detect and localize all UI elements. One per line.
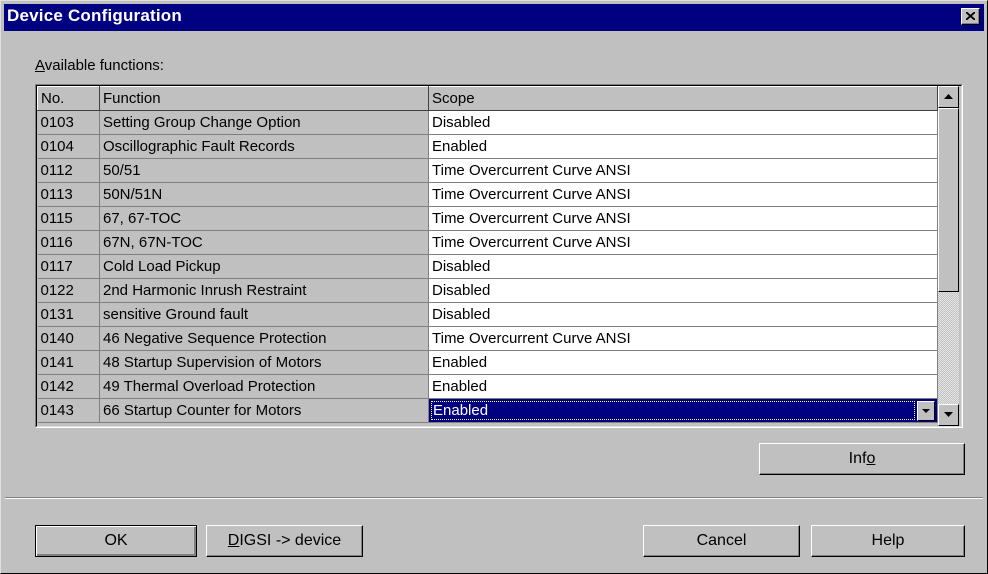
- cell-scope[interactable]: Disabled: [428, 254, 938, 279]
- scroll-down-button[interactable]: [938, 404, 959, 426]
- chevron-down-icon: [922, 409, 930, 413]
- cell-no[interactable]: 0140: [37, 326, 100, 351]
- table-row[interactable]: 0116 67N, 67N-TOC Time Overcurrent Curve A…: [37, 230, 938, 255]
- cell-function[interactable]: Oscillographic Fault Records: [99, 134, 429, 159]
- cell-no[interactable]: 0115: [37, 206, 100, 231]
- cell-function[interactable]: 50/51: [99, 158, 429, 183]
- table-row[interactable]: 0112 50/51 Time Overcurrent Curve ANSI: [37, 158, 938, 183]
- cell-scope[interactable]: Disabled: [428, 302, 938, 327]
- scope-dropdown-button[interactable]: [917, 401, 935, 421]
- help-button[interactable]: Help: [811, 525, 965, 557]
- cell-scope[interactable]: Enabled: [428, 374, 938, 399]
- cell-no[interactable]: 0103: [37, 110, 100, 135]
- cell-no[interactable]: 0112: [37, 158, 100, 183]
- cell-function[interactable]: sensitive Ground fault: [99, 302, 429, 327]
- table-header-row: No. Function Scope: [37, 86, 938, 111]
- cell-function[interactable]: 2nd Harmonic Inrush Restraint: [99, 278, 429, 303]
- cell-function[interactable]: 66 Startup Counter for Motors: [99, 398, 429, 423]
- cell-scope[interactable]: Time Overcurrent Curve ANSI: [428, 326, 938, 351]
- table-row[interactable]: 0104 Oscillographic Fault Records Enabled: [37, 134, 938, 159]
- cell-scope[interactable]: Enabled: [428, 134, 938, 159]
- scroll-thumb[interactable]: [938, 108, 959, 292]
- device-configuration-dialog: Device Configuration Available functions…: [0, 0, 988, 574]
- scope-combo-value[interactable]: Enabled: [431, 401, 915, 420]
- cell-no[interactable]: 0113: [37, 182, 100, 207]
- table-row[interactable]: 0143 66 Startup Counter for Motors Enabled: [37, 398, 938, 423]
- cell-scope[interactable]: Disabled: [428, 278, 938, 303]
- cell-scope[interactable]: Time Overcurrent Curve ANSI: [428, 206, 938, 231]
- arrow-down-icon: [944, 412, 953, 417]
- table-row[interactable]: 0131 sensitive Ground fault Disabled: [37, 302, 938, 327]
- cell-scope[interactable]: Enabled: [428, 350, 938, 375]
- cell-scope[interactable]: Time Overcurrent Curve ANSI: [428, 182, 938, 207]
- cell-no[interactable]: 0117: [37, 254, 100, 279]
- cell-no[interactable]: 0142: [37, 374, 100, 399]
- info-button[interactable]: Info: [759, 443, 965, 475]
- cell-scope[interactable]: Time Overcurrent Curve ANSI: [428, 230, 938, 255]
- functions-table: No. Function Scope 0103 Setting Group Cha…: [37, 86, 938, 423]
- cell-scope[interactable]: Time Overcurrent Curve ANSI: [428, 158, 938, 183]
- title-bar[interactable]: Device Configuration: [4, 4, 984, 31]
- cell-no[interactable]: 0143: [37, 398, 100, 423]
- cell-no[interactable]: 0104: [37, 134, 100, 159]
- scope-combo-selected[interactable]: Enabled: [428, 398, 938, 423]
- cell-function[interactable]: 46 Negative Sequence Protection: [99, 326, 429, 351]
- cell-function[interactable]: 67N, 67N-TOC: [99, 230, 429, 255]
- table-row[interactable]: 0113 50N/51N Time Overcurrent Curve ANSI: [37, 182, 938, 207]
- digsi-to-device-button[interactable]: DIGSI -> device: [206, 525, 363, 557]
- cell-function[interactable]: 48 Startup Supervision of Motors: [99, 350, 429, 375]
- cell-no[interactable]: 0131: [37, 302, 100, 327]
- cell-no[interactable]: 0116: [37, 230, 100, 255]
- vertical-scrollbar[interactable]: [938, 86, 959, 426]
- cell-function[interactable]: 67, 67-TOC: [99, 206, 429, 231]
- cell-no[interactable]: 0122: [37, 278, 100, 303]
- window-title: Device Configuration: [7, 6, 182, 25]
- cell-no[interactable]: 0141: [37, 350, 100, 375]
- table-row[interactable]: 0122 2nd Harmonic Inrush Restraint Disable…: [37, 278, 938, 303]
- ok-button[interactable]: OK: [35, 525, 197, 557]
- scroll-up-button[interactable]: [938, 86, 959, 108]
- table-row[interactable]: 0115 67, 67-TOC Time Overcurrent Curve ANS…: [37, 206, 938, 231]
- column-header-scope[interactable]: Scope: [428, 86, 938, 111]
- table-row[interactable]: 0142 49 Thermal Overload Protection Enable…: [37, 374, 938, 399]
- functions-grid: No. Function Scope 0103 Setting Group Cha…: [35, 84, 963, 428]
- cell-function[interactable]: Setting Group Change Option: [99, 110, 429, 135]
- cancel-button[interactable]: Cancel: [643, 525, 800, 557]
- column-header-function[interactable]: Function: [99, 86, 429, 111]
- table-row[interactable]: 0103 Setting Group Change Option Disabled: [37, 110, 938, 135]
- available-functions-label: Available functions:: [35, 57, 164, 74]
- cell-scope[interactable]: Disabled: [428, 110, 938, 135]
- table-row[interactable]: 0141 48 Startup Supervision of Motors Enab…: [37, 350, 938, 375]
- cell-function[interactable]: 50N/51N: [99, 182, 429, 207]
- cell-function[interactable]: 49 Thermal Overload Protection: [99, 374, 429, 399]
- column-header-no[interactable]: No.: [37, 86, 100, 111]
- close-icon: [966, 12, 975, 20]
- table-row[interactable]: 0140 46 Negative Sequence Protection Time …: [37, 326, 938, 351]
- cell-function[interactable]: Cold Load Pickup: [99, 254, 429, 279]
- table-row[interactable]: 0117 Cold Load Pickup Disabled: [37, 254, 938, 279]
- arrow-up-icon: [944, 94, 953, 99]
- close-button[interactable]: [961, 8, 980, 25]
